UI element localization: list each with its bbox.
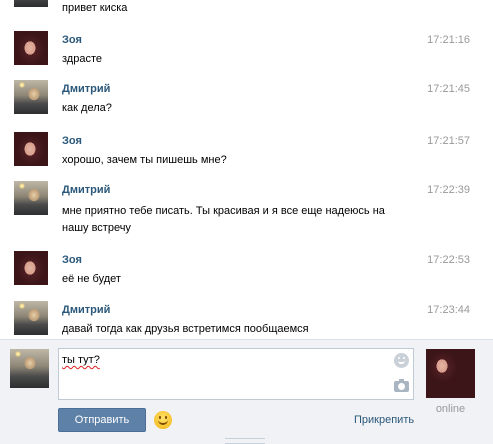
message-composer: ты тут? Отправить Прикрепить online xyxy=(0,339,493,444)
my-avatar[interactable] xyxy=(10,349,49,388)
message-item: Дмитрий 17:23:44 давай тогда как друзья … xyxy=(0,301,493,339)
camera-icon[interactable] xyxy=(394,379,409,392)
smile-icon[interactable] xyxy=(394,353,409,368)
send-button[interactable]: Отправить xyxy=(58,408,146,432)
message-time: 17:22:53 xyxy=(427,254,470,266)
attach-link[interactable]: Прикрепить xyxy=(354,414,414,426)
author-name[interactable]: Дмитрий xyxy=(62,184,110,196)
message-text: хорошо, зачем ты пишешь мне? xyxy=(62,154,227,166)
message-item: Зоя 17:22:53 её не будет xyxy=(0,251,493,296)
message-time: 17:22:39 xyxy=(427,184,470,196)
message-history[interactable]: привет киска Зоя 17:21:16 здрасте Дмитри… xyxy=(0,0,493,339)
author-name[interactable]: Зоя xyxy=(62,135,82,147)
emoji-icon[interactable] xyxy=(154,411,172,429)
message-time: 17:21:45 xyxy=(427,83,470,95)
message-text: как дела? xyxy=(62,102,112,114)
message-item: Зоя 17:21:57 хорошо, зачем ты пишешь мне… xyxy=(0,132,493,177)
avatar-dmitry[interactable] xyxy=(14,80,48,114)
author-name[interactable]: Дмитрий xyxy=(62,83,110,95)
author-name[interactable]: Зоя xyxy=(62,254,82,266)
message-item: Зоя 17:21:16 здрасте xyxy=(0,31,493,76)
message-text: мне приятно тебе писать. Ты красивая и я… xyxy=(62,205,385,234)
resize-handle[interactable] xyxy=(225,438,265,444)
partner-avatar[interactable] xyxy=(426,349,475,398)
message-text: её не будет xyxy=(62,273,121,285)
online-status: online xyxy=(435,403,466,415)
message-input[interactable]: ты тут? xyxy=(58,348,414,400)
avatar-dmitry[interactable] xyxy=(14,301,48,335)
message-text: давай тогда как друзья встретимся пообща… xyxy=(62,323,309,335)
avatar-zoya[interactable] xyxy=(14,132,48,166)
message-item: Дмитрий 17:21:45 как дела? xyxy=(0,80,493,125)
avatar-dmitry[interactable] xyxy=(14,181,48,215)
message-item: привет киска xyxy=(0,0,493,18)
message-item: Дмитрий 17:22:39 мне приятно тебе писать… xyxy=(0,181,493,241)
author-name[interactable]: Зоя xyxy=(62,34,82,46)
message-text: привет киска xyxy=(62,2,128,14)
message-time: 17:23:44 xyxy=(427,304,470,316)
message-time: 17:21:16 xyxy=(427,34,470,46)
avatar-zoya[interactable] xyxy=(14,31,48,65)
message-text: здрасте xyxy=(62,53,102,65)
author-name[interactable]: Дмитрий xyxy=(62,304,110,316)
message-time: 17:21:57 xyxy=(427,135,470,147)
avatar-dmitry[interactable] xyxy=(14,0,48,7)
avatar-zoya[interactable] xyxy=(14,251,48,285)
message-input-text: ты тут? xyxy=(62,354,100,366)
